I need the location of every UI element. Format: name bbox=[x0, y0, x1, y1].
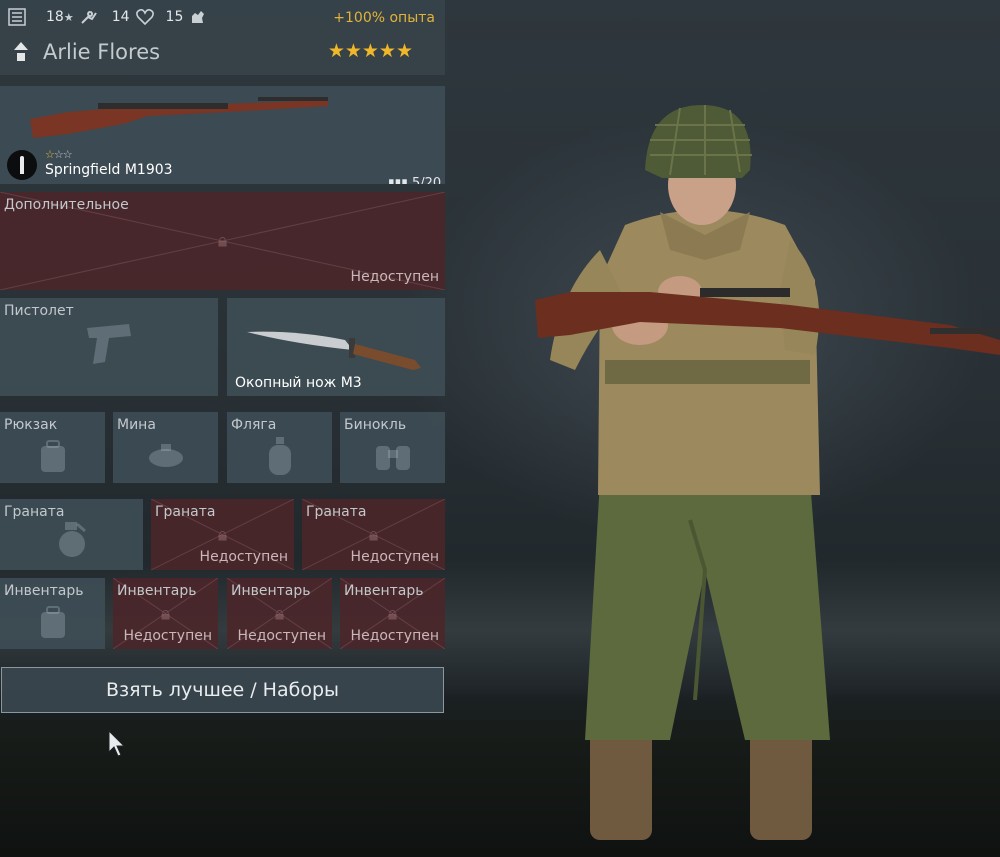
mouse-cursor-icon bbox=[108, 730, 126, 757]
binoculars-slot-label: Бинокль bbox=[344, 417, 407, 433]
extra-slot-label: Дополнительное bbox=[4, 197, 129, 213]
flask-slot[interactable]: Фляга bbox=[227, 412, 332, 483]
backpack-slot[interactable]: Рюкзак bbox=[0, 412, 105, 483]
lock-icon: 🔒︎ bbox=[160, 603, 171, 624]
extra-slot-status: Недоступен bbox=[350, 269, 439, 285]
inventory-slot-2-status: Недоступен bbox=[123, 628, 212, 644]
soldier-name: Arlie Flores bbox=[43, 40, 161, 64]
backpack-icon bbox=[41, 440, 65, 472]
ammo-counter: ▮▮▮ 5/20 bbox=[388, 176, 441, 184]
backpack-slot-label: Рюкзак bbox=[4, 417, 58, 433]
grenade-slot-2[interactable]: Граната 🔒︎ Недоступен bbox=[151, 499, 294, 570]
binoculars-slot[interactable]: Бинокль bbox=[340, 412, 445, 483]
take-best-button[interactable]: Взять лучшее / Наборы bbox=[1, 667, 444, 713]
mine-slot-label: Мина bbox=[117, 417, 156, 433]
grenade-slot-3-label: Граната bbox=[306, 504, 367, 520]
weapon-name: Springfield M1903 bbox=[45, 162, 173, 178]
rifle-image bbox=[30, 97, 328, 138]
inventory-slot-1-label: Инвентарь bbox=[4, 583, 84, 599]
extra-slot[interactable]: Дополнительное 🔒︎ Недоступен bbox=[0, 192, 445, 290]
binoculars-icon bbox=[376, 446, 410, 470]
inventory-slot-4-status: Недоступен bbox=[350, 628, 439, 644]
xp-bonus: +100% опыта bbox=[333, 10, 435, 26]
star-icon: ★ bbox=[63, 10, 74, 24]
inventory-slot-3-label: Инвентарь bbox=[231, 583, 311, 599]
stats-row: 18 ★ 14 15 bbox=[8, 8, 207, 26]
inventory-slot-2[interactable]: Инвентарь 🔒︎ Недоступен bbox=[113, 578, 218, 649]
grenade-slot-2-status: Недоступен bbox=[199, 549, 288, 565]
weapon-rating-stars: ☆☆☆ bbox=[45, 148, 73, 161]
pistol-icon bbox=[87, 324, 131, 364]
soldier-header: 18 ★ 14 15 +100% опыта Arlie Flores ★★★★… bbox=[0, 0, 445, 75]
inventory-slot-3-status: Недоступен bbox=[237, 628, 326, 644]
lock-icon: 🔒︎ bbox=[387, 603, 398, 624]
stat-3-value: 15 bbox=[165, 9, 184, 25]
knife-image bbox=[247, 331, 421, 370]
bullet-type-icon bbox=[7, 150, 37, 180]
ammo-icon: ▮▮▮ bbox=[388, 176, 408, 184]
soldier-model bbox=[535, 105, 1000, 840]
stat-1-value: 18 bbox=[46, 9, 64, 25]
lock-icon: 🔒︎ bbox=[217, 230, 228, 252]
running-icon bbox=[80, 11, 97, 24]
mine-icon bbox=[149, 444, 183, 467]
soldier-rating-stars: ★★★★★ bbox=[327, 40, 413, 62]
grenade-slot-1[interactable]: Граната bbox=[0, 499, 143, 570]
grenade-slot-1-label: Граната bbox=[4, 504, 65, 520]
rank-chevron-icon bbox=[14, 42, 28, 62]
list-icon[interactable] bbox=[8, 8, 26, 26]
flask-icon bbox=[269, 437, 291, 475]
grenade-icon bbox=[59, 522, 86, 557]
pistol-slot[interactable]: Пистолет bbox=[0, 298, 218, 396]
inventory-slot-4[interactable]: Инвентарь 🔒︎ Недоступен bbox=[340, 578, 445, 649]
hand-icon bbox=[192, 11, 205, 23]
inventory-slot-4-label: Инвентарь bbox=[344, 583, 424, 599]
mine-slot[interactable]: Мина bbox=[113, 412, 218, 483]
inventory-slot-2-label: Инвентарь bbox=[117, 583, 197, 599]
lock-icon: 🔒︎ bbox=[217, 524, 228, 545]
pistol-slot-label: Пистолет bbox=[4, 303, 74, 319]
heart-icon bbox=[135, 9, 154, 25]
backpack-icon bbox=[41, 606, 65, 638]
melee-weapon-name: Окопный нож М3 bbox=[235, 375, 362, 391]
stat-2-value: 14 bbox=[111, 9, 130, 25]
inventory-slot-1[interactable]: Инвентарь bbox=[0, 578, 105, 649]
flask-slot-label: Фляга bbox=[231, 417, 277, 433]
inventory-slot-3[interactable]: Инвентарь 🔒︎ Недоступен bbox=[227, 578, 332, 649]
lock-icon: 🔒︎ bbox=[274, 603, 285, 624]
lock-icon: 🔒︎ bbox=[368, 524, 379, 545]
grenade-slot-2-label: Граната bbox=[155, 504, 216, 520]
grenade-slot-3[interactable]: Граната 🔒︎ Недоступен bbox=[302, 499, 445, 570]
ammo-count: 5/20 bbox=[411, 176, 442, 184]
grenade-slot-3-status: Недоступен bbox=[350, 549, 439, 565]
